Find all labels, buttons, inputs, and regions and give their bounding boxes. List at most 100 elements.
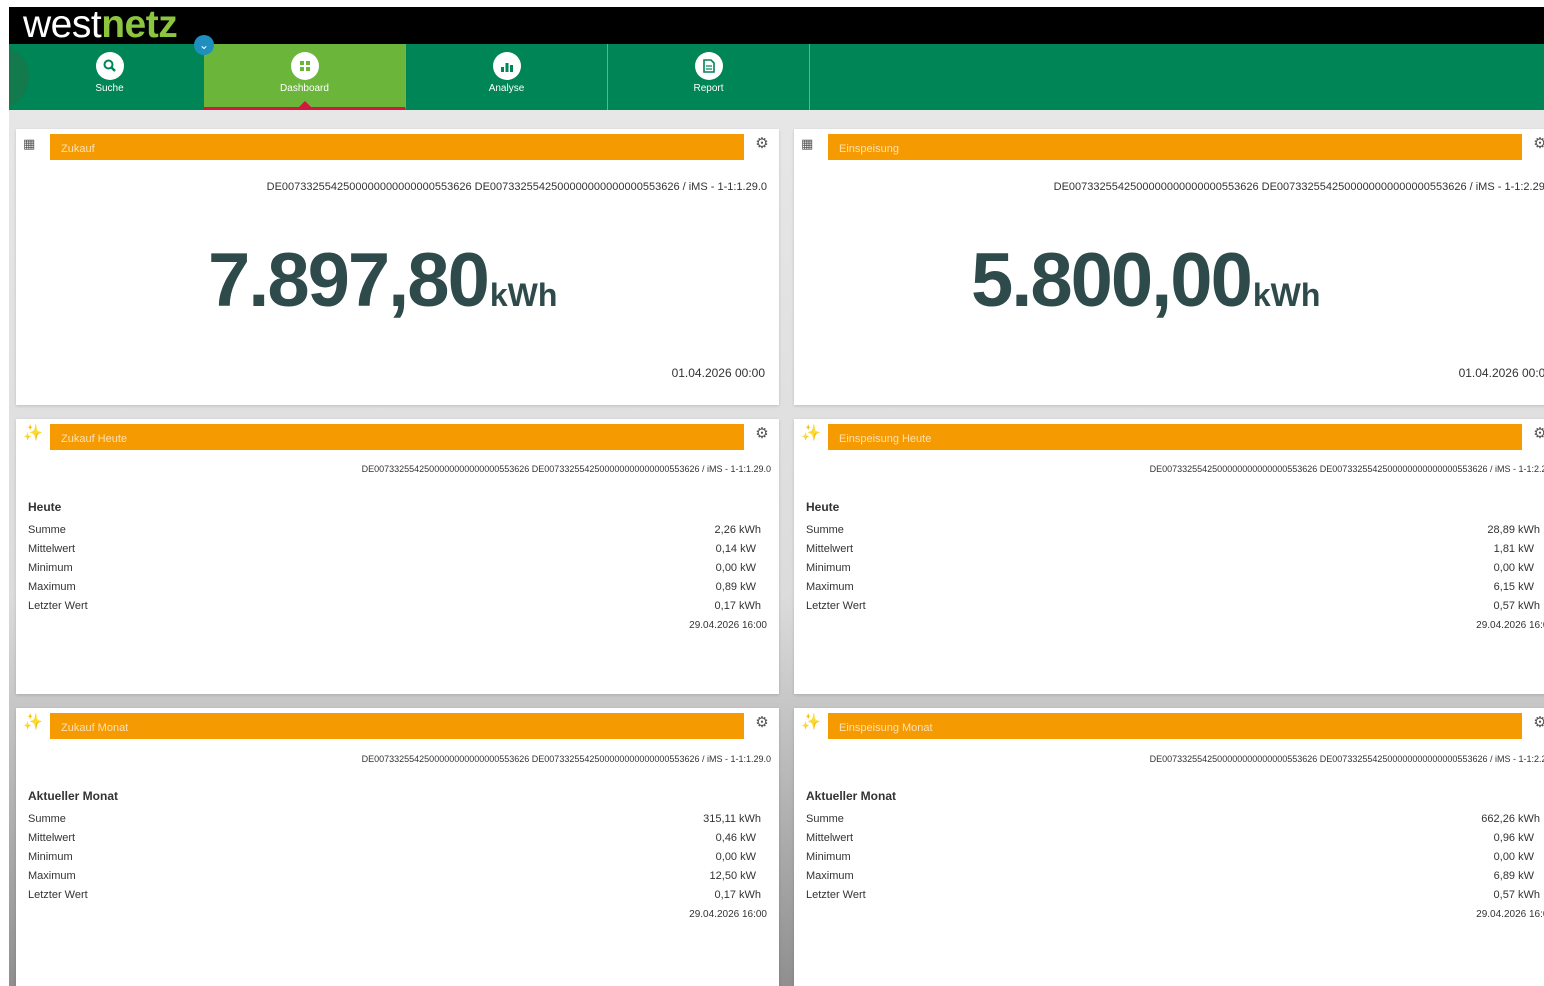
lightning-icon: ✨ [801, 714, 821, 731]
stat-value: 0,57 kWh [1493, 889, 1540, 901]
panel-title: Einspeisung [839, 143, 899, 155]
panel-zukauf-heute: ✨ Zukauf Heute ⚙ DE007332554250000000000… [16, 419, 779, 694]
top-header: westnetz [9, 7, 1544, 47]
stat-value: 0,00 kW [1493, 562, 1534, 574]
meter-icon: ▦ [801, 136, 814, 151]
panel-header: Einspeisung Monat [828, 713, 1522, 739]
nav-label-report: Report [693, 83, 724, 94]
stat-value: 1,81 kW [1493, 543, 1534, 555]
panel-header: Einspeisung Heute [828, 424, 1522, 450]
stat-label: Mittelwert [28, 832, 76, 844]
chart-icon [492, 52, 521, 80]
stat-label: Summe [806, 524, 844, 536]
stat-label: Letzter Wert [806, 600, 866, 612]
panel-header: Einspeisung [828, 134, 1522, 160]
stat-row-summe: Summe 28,89 kWh [806, 521, 1540, 540]
panel-title: Zukauf Monat [61, 722, 129, 734]
stat-label: Mittelwert [806, 832, 854, 844]
dashboard-icon [290, 52, 319, 80]
stat-row-letzter-wert: Letzter Wert 0,57 kWh [806, 886, 1540, 905]
stat-row-mittelwert: Mittelwert 1,81 kW [806, 540, 1534, 559]
gear-icon[interactable]: ⚙ [1532, 426, 1544, 442]
stat-row-mittelwert: Mittelwert 0,14 kW [28, 540, 756, 559]
meter-id: DE0073325542500000000000000553626 DE0073… [361, 754, 771, 764]
timestamp: 29.04.2026 16:00 [1476, 909, 1544, 920]
stat-label: Letzter Wert [28, 600, 88, 612]
logo-text-west: west [23, 7, 102, 46]
stat-value: 0,17 kWh [714, 889, 761, 901]
stat-label: Maximum [806, 870, 854, 882]
search-icon [95, 52, 124, 80]
stat-value: 0,00 kW [715, 851, 756, 863]
stat-value: 0,57 kWh [1493, 600, 1540, 612]
nav-item-suche[interactable]: Suche [9, 44, 211, 110]
stat-row-maximum: Maximum 6,89 kW [806, 867, 1534, 886]
stat-value: 0,00 kW [715, 562, 756, 574]
panel-header: Zukauf Heute [50, 424, 744, 450]
value-number: 7.897,80 [208, 238, 490, 323]
stat-value: 0,96 kW [1493, 832, 1534, 844]
gear-icon[interactable]: ⚙ [1532, 715, 1544, 731]
stat-label: Maximum [806, 581, 854, 593]
stat-row-maximum: Maximum 6,15 kW [806, 578, 1534, 597]
stat-value: 0,00 kW [1493, 851, 1534, 863]
logo-text-netz: netz [101, 7, 178, 46]
active-tab-marker [299, 101, 311, 107]
stat-value: 28,89 kWh [1487, 524, 1540, 536]
stat-label: Summe [806, 813, 844, 825]
stat-row-letzter-wert: Letzter Wert 0,17 kWh [28, 597, 761, 616]
stat-value: 6,15 kW [1493, 581, 1534, 593]
panel-einspeisung-monat: ✨ Einspeisung Monat ⚙ DE0073325542500000… [794, 708, 1544, 986]
stat-value: 2,26 kWh [714, 524, 761, 536]
stat-label: Minimum [28, 851, 73, 863]
section-title: Aktueller Monat [806, 789, 897, 803]
gear-icon[interactable]: ⚙ [1532, 136, 1544, 152]
stat-label: Maximum [28, 870, 76, 882]
meter-id: DE0073325542500000000000000553626 DE0073… [266, 181, 767, 193]
stat-row-maximum: Maximum 12,50 kW [28, 867, 756, 886]
meter-id: DE0073325542500000000000000553626 DE0073… [1149, 464, 1544, 474]
nav-item-dashboard[interactable]: Dashboard [204, 44, 406, 110]
panel-title: Einspeisung Heute [839, 433, 932, 445]
stat-row-maximum: Maximum 0,89 kW [28, 578, 756, 597]
stat-label: Maximum [28, 581, 76, 593]
nav-item-analyse[interactable]: Analyse [406, 44, 608, 110]
stat-value: 0,46 kW [715, 832, 756, 844]
stat-value: 12,50 kW [709, 870, 756, 882]
timestamp: 01.04.2026 00:00 [1458, 366, 1544, 380]
stat-label: Mittelwert [806, 543, 854, 555]
stat-label: Minimum [806, 851, 851, 863]
stat-value: 0,14 kW [715, 543, 756, 555]
value-unit: kWh [1252, 277, 1321, 313]
document-icon [694, 52, 723, 80]
timestamp: 01.04.2026 00:00 [671, 366, 765, 380]
panel-einspeisung: ▦ Einspeisung ⚙ DE0073325542500000000000… [794, 129, 1544, 405]
stat-row-minimum: Minimum 0,00 kW [28, 559, 756, 578]
app-frame: westnetz ⌄ Suche Dashboard Analyse Repor… [9, 7, 1544, 986]
westnetz-logo[interactable]: westnetz [23, 7, 178, 47]
gear-icon[interactable]: ⚙ [754, 715, 770, 731]
lightning-icon: ✨ [801, 425, 821, 442]
chevron-down-icon[interactable]: ⌄ [194, 35, 214, 55]
section-title: Aktueller Monat [28, 789, 119, 803]
panel-header: Zukauf Monat [50, 713, 744, 739]
gear-icon[interactable]: ⚙ [754, 426, 770, 442]
stat-row-letzter-wert: Letzter Wert 0,57 kWh [806, 597, 1540, 616]
meter-id: DE0073325542500000000000000553626 DE0073… [361, 464, 771, 474]
meter-id: DE0073325542500000000000000553626 DE0073… [1149, 754, 1544, 764]
nav-item-report[interactable]: Report [608, 44, 810, 110]
stat-value: 6,89 kW [1493, 870, 1534, 882]
stat-row-summe: Summe 315,11 kWh [28, 810, 761, 829]
stat-value: 662,26 kWh [1481, 813, 1540, 825]
nav-label-suche: Suche [95, 83, 124, 94]
stat-value: 315,11 kWh [703, 813, 761, 825]
stat-label: Mittelwert [28, 543, 76, 555]
stat-label: Letzter Wert [806, 889, 866, 901]
stat-label: Minimum [28, 562, 73, 574]
stat-row-minimum: Minimum 0,00 kW [28, 848, 756, 867]
value-number: 5.800,00 [971, 238, 1253, 323]
gear-icon[interactable]: ⚙ [754, 136, 770, 152]
section-title: Heute [806, 500, 840, 514]
stat-row-summe: Summe 2,26 kWh [28, 521, 761, 540]
panel-title: Zukauf Heute [61, 433, 128, 445]
